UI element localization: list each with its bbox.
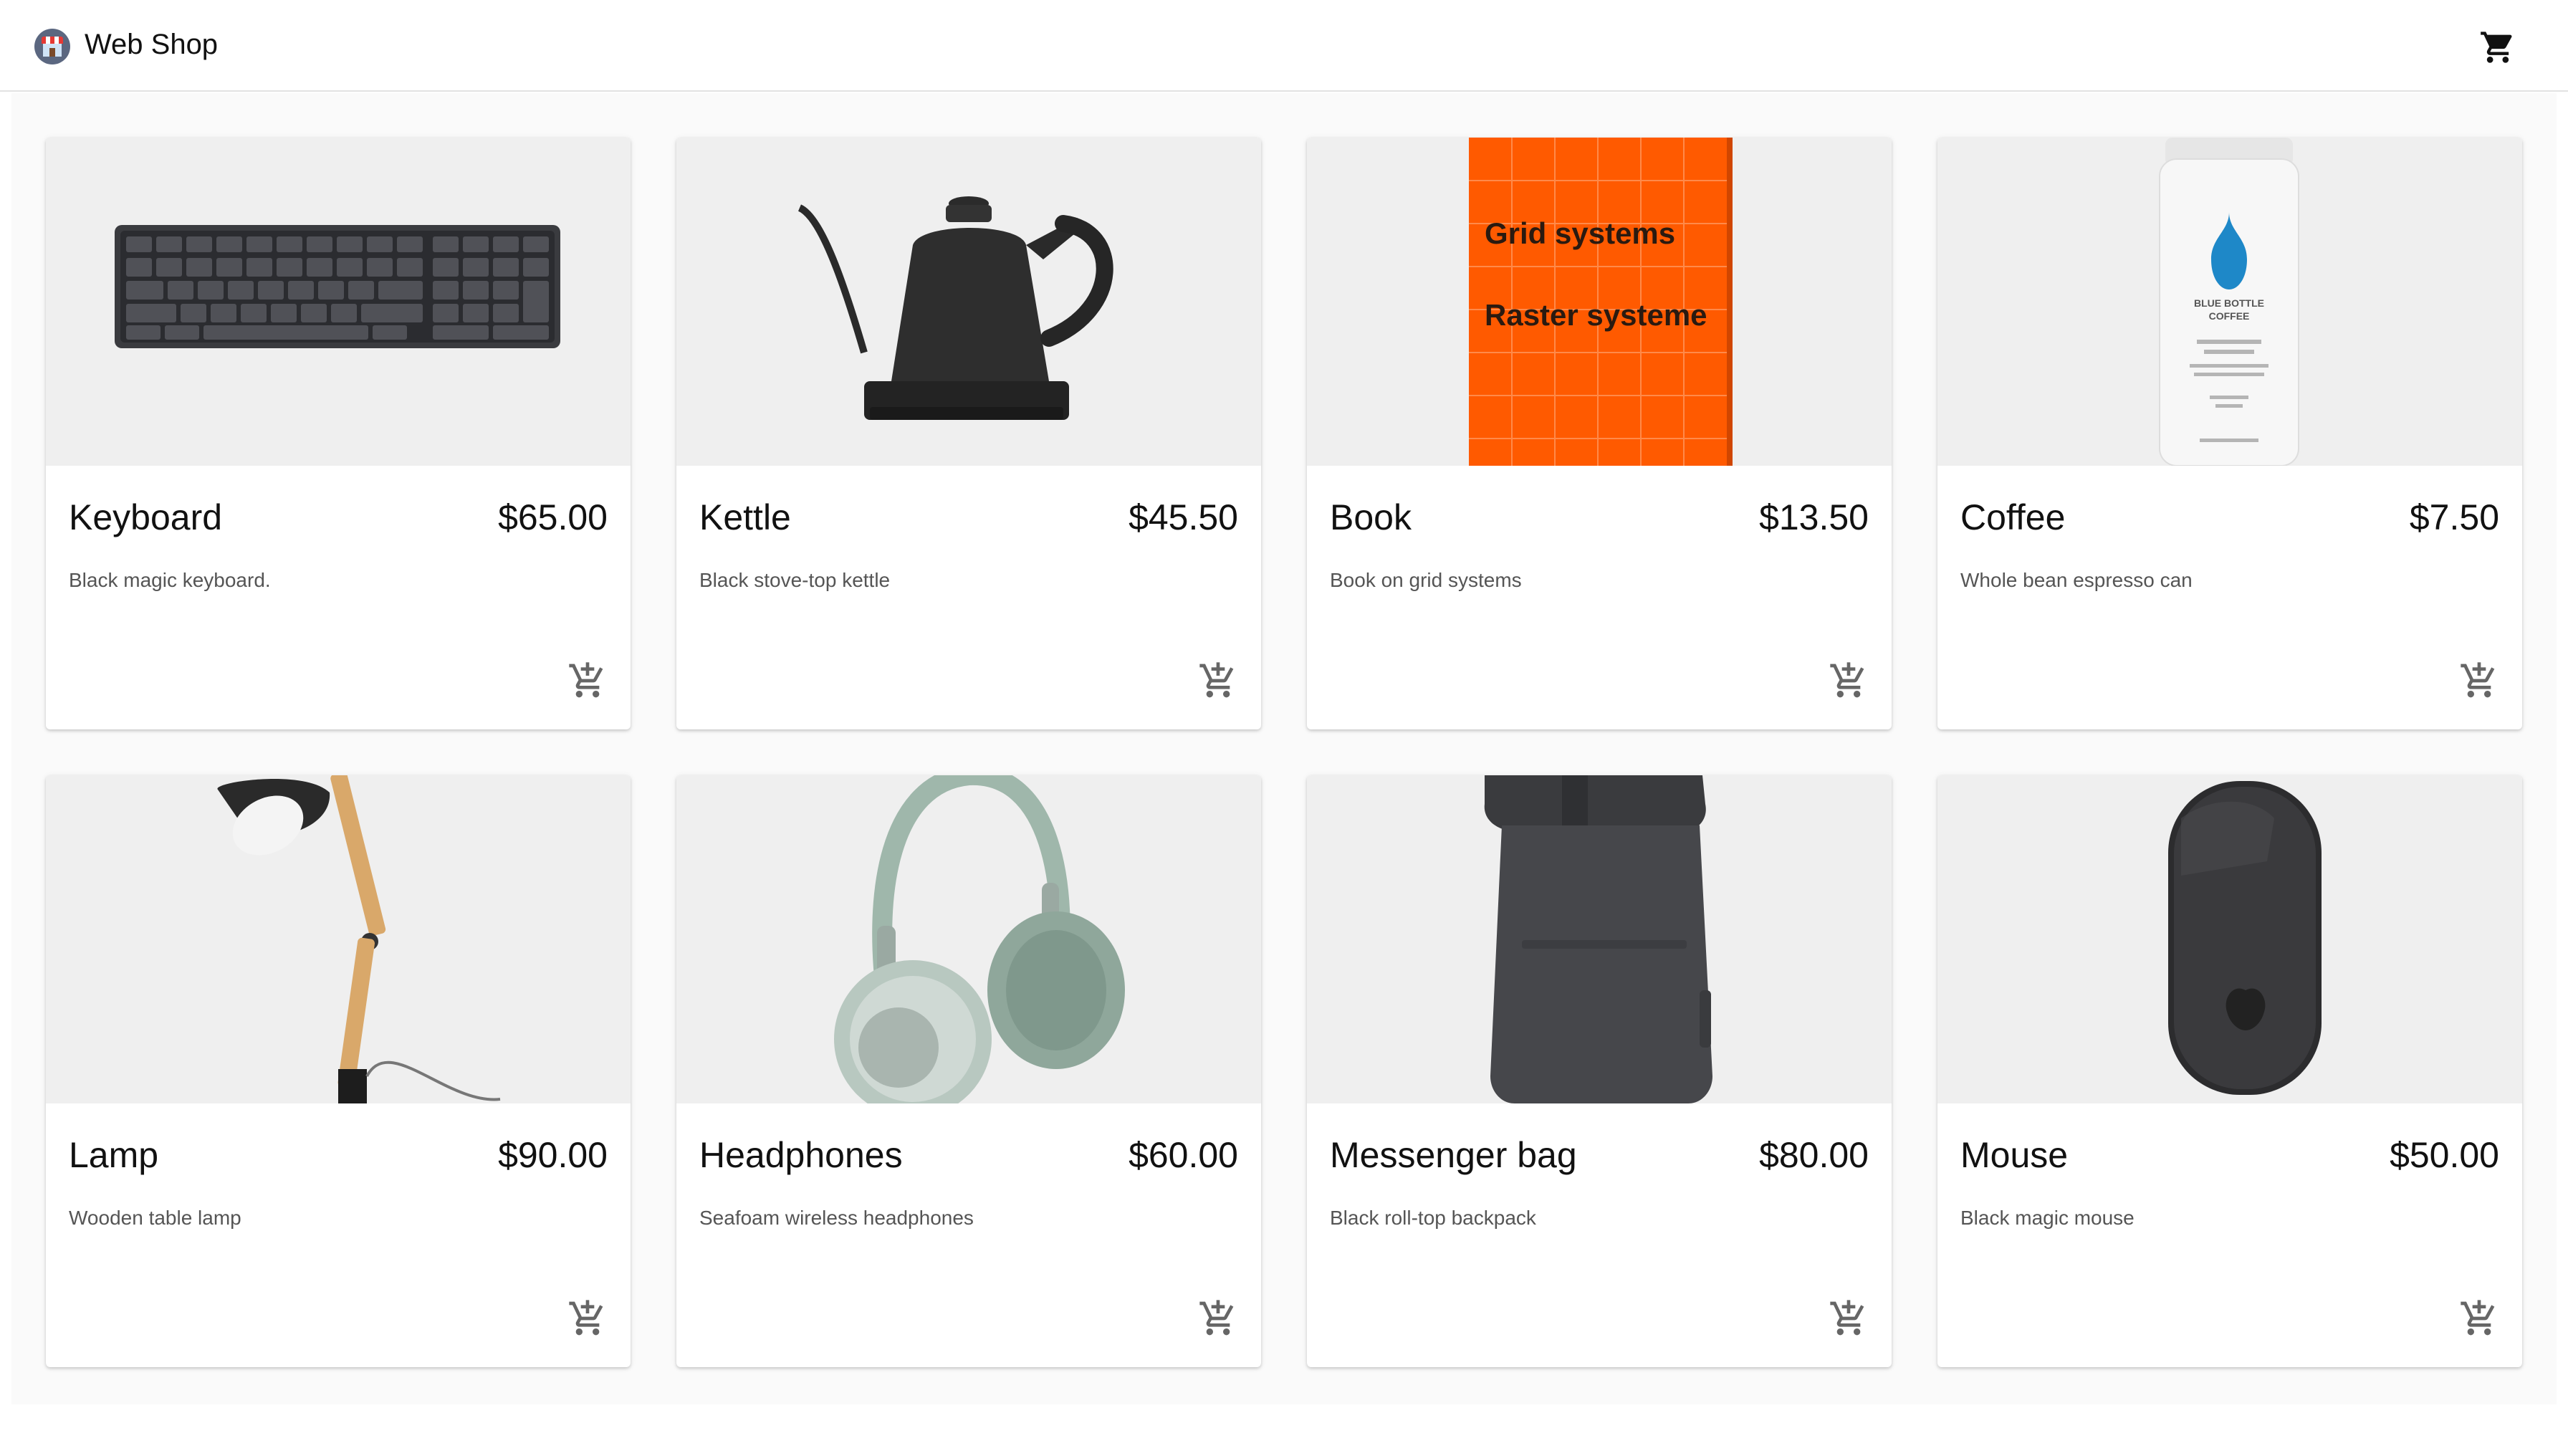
product-price: $13.50	[1759, 497, 1869, 537]
app-title[interactable]: Web Shop	[85, 26, 218, 63]
lamp-image	[46, 775, 631, 1103]
keyboard-image	[46, 138, 631, 466]
product-card-kettle[interactable]: Kettle $45.50 Black stove-top kettle	[676, 138, 1261, 729]
product-description: Whole bean espresso can	[1960, 569, 2193, 591]
add-shopping-cart-icon[interactable]	[1829, 1298, 1869, 1338]
add-shopping-cart-icon[interactable]	[1198, 661, 1238, 701]
product-price: $65.00	[498, 497, 608, 537]
product-name: Messenger bag	[1330, 1135, 1577, 1175]
product-card-lamp[interactable]: Lamp $90.00 Wooden table lamp	[46, 775, 631, 1367]
add-shopping-cart-icon[interactable]	[2459, 661, 2499, 701]
product-card-coffee[interactable]: BLUE BOTTLE COFFEE Coffee $7.50 Whole be…	[1937, 138, 2522, 729]
add-shopping-cart-icon[interactable]	[2459, 1298, 2499, 1338]
headphones-image	[676, 775, 1261, 1103]
product-name: Keyboard	[69, 497, 223, 537]
product-description: Black magic mouse	[1960, 1207, 2135, 1229]
book-cover-title: Grid systems	[1485, 216, 1675, 250]
product-description: Black roll-top backpack	[1330, 1207, 1536, 1229]
product-name: Kettle	[699, 497, 791, 537]
product-description: Black stove-top kettle	[699, 569, 891, 591]
product-grid: Keyboard $65.00 Black magic keyboard. Ke…	[11, 93, 2557, 1404]
book-cover-subtitle: Raster systeme	[1485, 298, 1707, 332]
add-shopping-cart-icon[interactable]	[1198, 1298, 1238, 1338]
add-shopping-cart-icon[interactable]	[567, 661, 608, 701]
product-price: $80.00	[1759, 1135, 1869, 1175]
product-price: $7.50	[2409, 497, 2499, 537]
add-shopping-cart-icon[interactable]	[567, 1298, 608, 1338]
coffee-label-brand: BLUE BOTTLE	[2194, 297, 2264, 309]
product-price: $90.00	[498, 1135, 608, 1175]
coffee-label-brand-2: COFFEE	[2209, 310, 2250, 322]
mouse-image	[1937, 775, 2522, 1103]
product-card-messenger-bag[interactable]: Messenger bag $80.00 Black roll-top back…	[1307, 775, 1892, 1367]
product-name: Headphones	[699, 1135, 903, 1175]
kettle-image	[676, 138, 1261, 466]
app-bar: Web Shop	[0, 0, 2568, 92]
product-price: $50.00	[2390, 1135, 2499, 1175]
product-price: $60.00	[1129, 1135, 1238, 1175]
product-card-keyboard[interactable]: Keyboard $65.00 Black magic keyboard.	[46, 138, 631, 729]
product-name: Mouse	[1960, 1135, 2069, 1175]
shopping-cart-icon[interactable]	[2479, 29, 2516, 66]
add-shopping-cart-icon[interactable]	[1829, 661, 1869, 701]
product-name: Coffee	[1960, 497, 2066, 537]
product-name: Lamp	[69, 1135, 159, 1175]
product-card-book[interactable]: Grid systems Raster systeme Book $13.50 …	[1307, 138, 1892, 729]
product-price: $45.50	[1129, 497, 1238, 537]
product-description: Book on grid systems	[1330, 569, 1522, 591]
backpack-image	[1307, 775, 1892, 1103]
product-name: Book	[1330, 497, 1412, 537]
coffee-can-image: BLUE BOTTLE COFFEE	[1937, 138, 2522, 466]
product-card-mouse[interactable]: Mouse $50.00 Black magic mouse	[1937, 775, 2522, 1367]
product-description: Wooden table lamp	[69, 1207, 241, 1229]
product-card-headphones[interactable]: Headphones $60.00 Seafoam wireless headp…	[676, 775, 1261, 1367]
store-icon[interactable]	[34, 29, 70, 64]
book-image: Grid systems Raster systeme	[1307, 138, 1892, 466]
product-description: Black magic keyboard.	[69, 569, 271, 591]
product-description: Seafoam wireless headphones	[699, 1207, 974, 1229]
